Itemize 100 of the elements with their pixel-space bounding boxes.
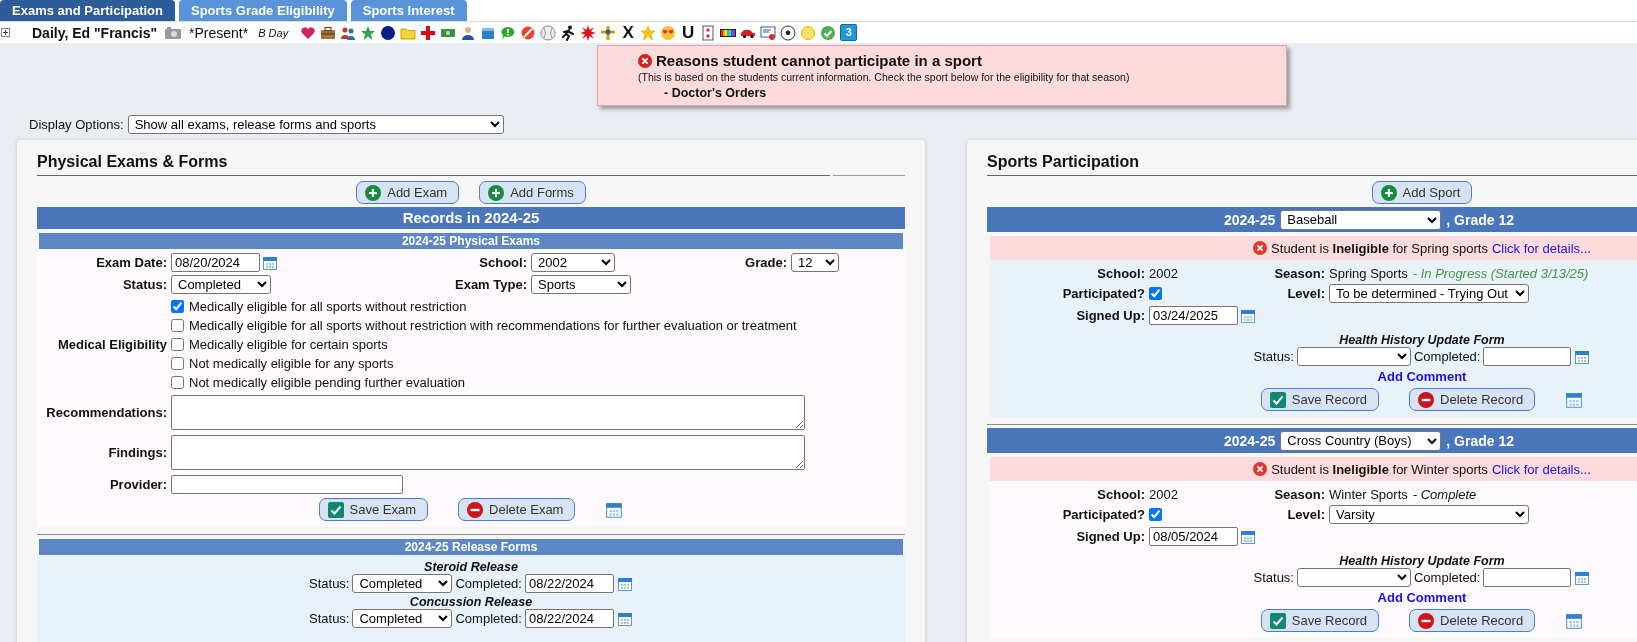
expand-icon[interactable] xyxy=(1,28,10,37)
certificate-icon[interactable] xyxy=(760,24,777,41)
date-field[interactable]: 08/05/2024 xyxy=(1149,527,1238,546)
option-label: Not medically eligible for any sports xyxy=(189,355,394,371)
date-field[interactable] xyxy=(1483,568,1572,587)
section-header: 2024-25 Physical Exams xyxy=(39,233,903,249)
save-button[interactable]: Save Record xyxy=(1260,609,1379,632)
field-label: Level: xyxy=(1286,286,1326,301)
date-field[interactable]: 08/22/2024 xyxy=(524,609,614,628)
add-button[interactable]: Add Forms xyxy=(479,181,586,204)
emoji-icon[interactable] xyxy=(660,24,677,41)
sport-dropdown[interactable]: Cross Country (Boys) xyxy=(1280,430,1442,451)
circle-icon[interactable] xyxy=(380,24,397,41)
calendar-icon[interactable] xyxy=(262,254,278,271)
letter-icon[interactable]: X xyxy=(620,24,637,41)
cross-icon[interactable] xyxy=(420,24,437,41)
date-field[interactable]: 03/24/2025 xyxy=(1149,306,1238,325)
provider-field[interactable] xyxy=(171,475,403,494)
calendar-icon[interactable] xyxy=(1574,569,1591,586)
add-button[interactable]: Add Sport xyxy=(1371,181,1473,204)
plus-icon xyxy=(1380,184,1397,201)
season-value: Spring Sports - In Progress (Started 3/13/25) xyxy=(1329,266,1590,281)
prohibited-icon[interactable] xyxy=(520,24,537,41)
camera-icon[interactable] xyxy=(165,26,182,39)
delete-button[interactable]: Delete Record xyxy=(1409,609,1536,632)
star-icon[interactable] xyxy=(640,24,657,41)
letter-icon[interactable]: U xyxy=(680,24,697,41)
calendar-icon[interactable] xyxy=(616,610,633,627)
field-label: Signed Up: xyxy=(1075,308,1146,323)
calendar-icon[interactable] xyxy=(616,575,633,592)
form-title: Steroid Release xyxy=(424,560,518,574)
status-dropdown[interactable]: Completed xyxy=(352,574,453,593)
heart-icon[interactable] xyxy=(300,24,317,41)
add-comment-link[interactable]: Add Comment xyxy=(1377,369,1467,384)
cross-icon[interactable] xyxy=(600,24,617,41)
card-icon[interactable] xyxy=(700,24,717,41)
speech-bubble-icon[interactable] xyxy=(500,24,517,41)
date-field[interactable]: 08/22/2024 xyxy=(524,574,614,593)
person-icon[interactable] xyxy=(460,24,477,41)
calendar-icon[interactable] xyxy=(1565,611,1584,630)
field-label: Season: xyxy=(1273,266,1326,281)
add-comment-link[interactable]: Add Comment xyxy=(1377,590,1467,605)
level-dropdown[interactable]: To be determined - Trying Out xyxy=(1329,284,1529,303)
status-dropdown[interactable] xyxy=(1297,347,1411,366)
add-button[interactable]: Add Exam xyxy=(356,181,460,204)
field-label: Season: xyxy=(1273,487,1326,502)
field-label: Recommendations: xyxy=(45,405,168,420)
field-label: Status: xyxy=(309,611,350,626)
calendar-icon[interactable] xyxy=(1240,528,1256,545)
option-label: Medically eligible for all sports without restriction with recommendations for further evaluation or treatment xyxy=(189,317,797,333)
sport-dropdown[interactable]: Baseball xyxy=(1280,209,1442,230)
briefcase-icon[interactable] xyxy=(320,24,337,41)
soccer-ball-icon[interactable] xyxy=(780,24,797,41)
field-label: Completed: xyxy=(1414,570,1481,585)
runner-icon[interactable] xyxy=(560,24,577,41)
date-field[interactable]: 08/20/2024 xyxy=(171,253,260,272)
details-link[interactable]: Click for details... xyxy=(1491,240,1591,256)
participated-checkbox[interactable] xyxy=(1149,287,1162,300)
grade-dropdown[interactable]: 12 xyxy=(791,253,839,272)
checkbox[interactable] xyxy=(171,356,184,370)
field-label: Status: xyxy=(121,277,168,292)
season-value: Winter Sports - Complete xyxy=(1329,487,1478,502)
checkbox[interactable] xyxy=(171,375,184,389)
field-label: Signed Up: xyxy=(1075,529,1146,544)
checkbox[interactable] xyxy=(171,299,184,313)
checkbox[interactable] xyxy=(171,318,184,332)
eligibility-message: Student is Ineligible for Spring sports xyxy=(1271,240,1488,256)
field-label: Completed: xyxy=(455,611,522,626)
exam-type-dropdown[interactable]: Sports xyxy=(531,275,631,294)
calendar-icon[interactable] xyxy=(1565,390,1584,409)
checkbox[interactable] xyxy=(171,337,184,351)
status-dropdown[interactable]: Completed xyxy=(171,275,271,294)
status-dropdown[interactable]: Completed xyxy=(352,609,453,628)
alert-note: (This is based on the students current information. Check the sport below for the eligibility for that season) xyxy=(638,71,1131,83)
status-dropdown[interactable] xyxy=(1297,568,1411,587)
calendar-icon[interactable] xyxy=(1240,307,1256,324)
participated-checkbox[interactable] xyxy=(1149,508,1162,521)
details-link[interactable]: Click for details... xyxy=(1491,461,1591,477)
date-field[interactable] xyxy=(1483,347,1572,366)
display-options-dropdown[interactable]: Show all exams, release forms and sports xyxy=(127,115,504,134)
burst-icon[interactable] xyxy=(580,24,597,41)
school-dropdown[interactable]: 2002 xyxy=(531,253,615,272)
school-year: 2024-25 xyxy=(1223,211,1276,228)
check-icon[interactable] xyxy=(820,24,837,41)
option-label: Not medically eligible pending further evaluation xyxy=(189,374,466,390)
field-label: Exam Date: xyxy=(95,255,168,270)
calendar-icon[interactable] xyxy=(605,500,624,519)
save-button[interactable]: Save Exam xyxy=(318,498,429,521)
eligibility-message: Student is Ineligible for Winter sports xyxy=(1271,461,1488,477)
findings-field[interactable] xyxy=(171,435,805,470)
plus-icon xyxy=(365,184,382,201)
recommendations-field[interactable] xyxy=(171,395,805,430)
calendar-icon[interactable] xyxy=(1574,348,1591,365)
star-icon[interactable] xyxy=(360,24,377,41)
student-name: Daily, Ed "Francis" xyxy=(32,24,158,41)
save-button[interactable]: Save Record xyxy=(1260,388,1379,411)
delete-button[interactable]: Delete Record xyxy=(1409,388,1536,411)
level-dropdown[interactable]: Varsity xyxy=(1329,505,1529,524)
delete-button[interactable]: Delete Exam xyxy=(458,498,576,521)
tab[interactable]: Exams and Participation xyxy=(0,0,175,21)
